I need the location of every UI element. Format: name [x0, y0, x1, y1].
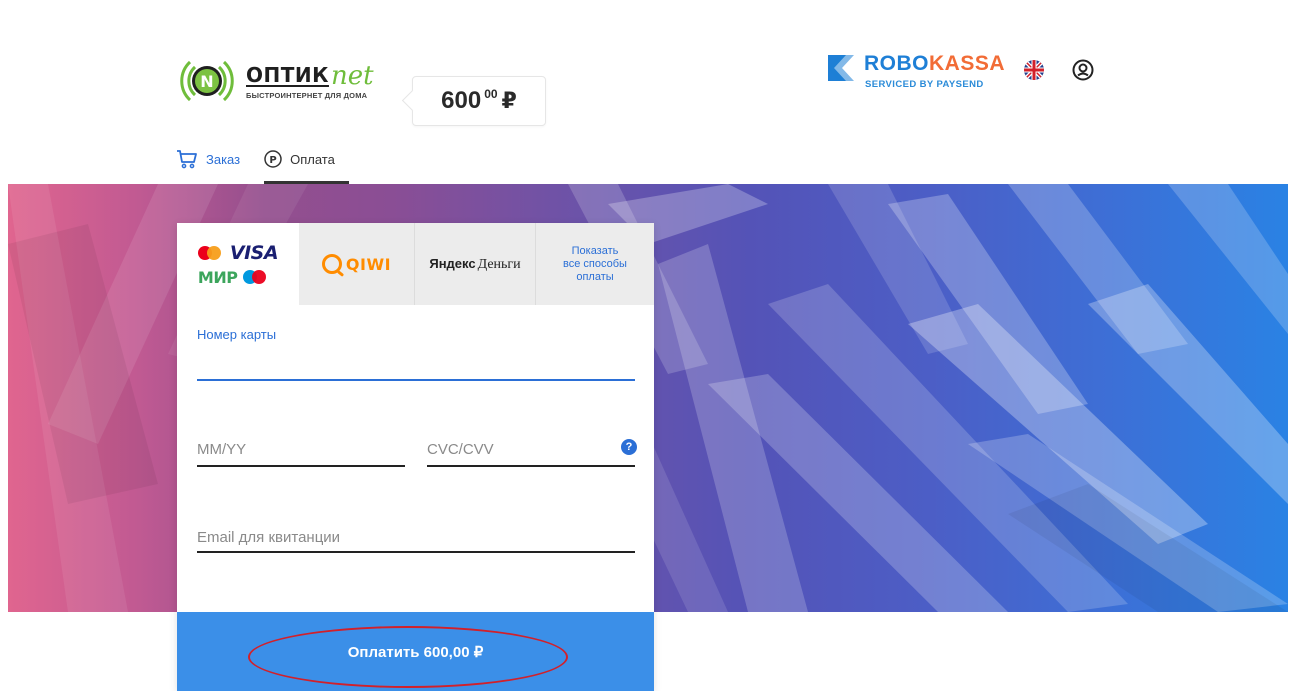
card-number-input[interactable]: [197, 355, 635, 372]
expiry-field: [197, 435, 405, 467]
cvc-input[interactable]: [427, 435, 635, 463]
method-tab-cards[interactable]: VISA МИР: [177, 223, 299, 305]
maestro-icon: [243, 270, 267, 284]
logo-letter: N: [200, 72, 213, 91]
provider-name: ROBOKASSA: [864, 52, 1006, 75]
user-circle-icon[interactable]: [1072, 59, 1094, 81]
merchant-name-suffix: net: [330, 60, 374, 91]
order-amount: 600 00 ₽: [412, 76, 546, 126]
checkout-steps: Заказ P Оплата: [176, 134, 349, 184]
robokassa-mark-icon: [828, 55, 854, 81]
amount-currency: ₽: [501, 88, 517, 113]
merchant-name: ОПТИК: [246, 62, 329, 87]
robokassa-logo: ROBOKASSA SERVICED BY PAYSEND: [828, 52, 1005, 92]
amount-fraction: 00: [484, 87, 498, 101]
tab-order[interactable]: Заказ: [176, 134, 240, 184]
question-icon[interactable]: ?: [621, 439, 637, 455]
cvc-field: ?: [427, 435, 637, 467]
tab-payment-label: Оплата: [290, 151, 335, 167]
card-number-field: Номер карты: [197, 327, 635, 381]
wifi-n-logo-icon: N: [180, 60, 234, 102]
amount-integer: 600: [441, 87, 482, 114]
method-tab-show-all[interactable]: Показать все способы оплаты: [536, 223, 654, 305]
pay-button[interactable]: Оплатить 600,00 ₽: [177, 612, 654, 691]
uk-flag-icon[interactable]: [1024, 60, 1044, 80]
method-tab-yandex-money[interactable]: Яндекс Деньги: [415, 223, 536, 305]
merchant-logo: N ОПТИК net БЫСТРОИНТЕРНЕТ ДЛЯ ДОМА: [176, 50, 402, 112]
ruble-circle-icon: P: [264, 150, 282, 168]
method-tab-qiwi[interactable]: QIWI: [299, 223, 415, 305]
expiry-input[interactable]: [197, 435, 405, 463]
visa-logo: VISA: [229, 241, 279, 264]
payment-method-tabs: VISA МИР QIWI ЯндексДеньги Показать все: [177, 223, 654, 305]
cart-icon: [176, 149, 198, 169]
yandex-label: Яндекс: [429, 255, 476, 271]
svg-text:P: P: [269, 155, 276, 166]
serviced-by-text: SERVICED BY PAYSEND: [865, 79, 984, 90]
mastercard-icon: [197, 245, 224, 260]
merchant-tagline: БЫСТРОИНТЕРНЕТ ДЛЯ ДОМА: [246, 90, 368, 100]
card-number-label: Номер карты: [197, 327, 277, 342]
email-input[interactable]: [197, 523, 635, 551]
qiwi-label: QIWI: [345, 254, 392, 274]
payment-form-card: VISA МИР QIWI ЯндексДеньги Показать все: [177, 223, 654, 691]
mir-logo: МИР: [197, 267, 238, 287]
tab-order-label: Заказ: [206, 151, 241, 167]
tab-payment[interactable]: P Оплата: [264, 134, 349, 184]
money-label: Деньги: [477, 256, 521, 272]
qiwi-icon: [321, 254, 342, 274]
email-field: [197, 523, 635, 553]
